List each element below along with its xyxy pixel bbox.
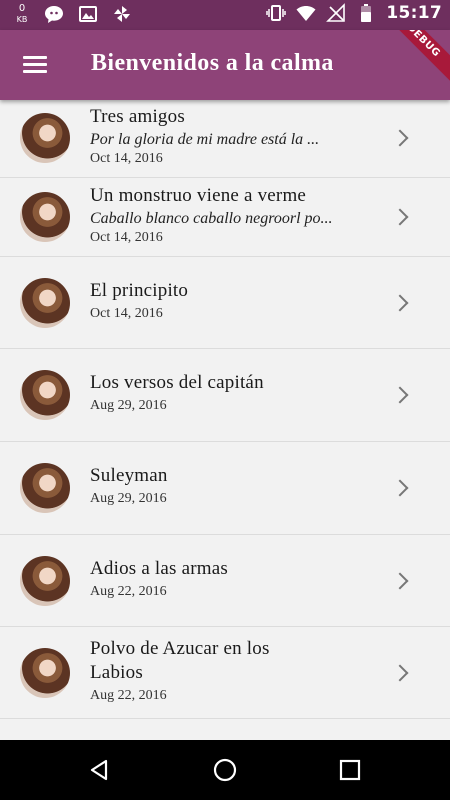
status-bar: 0 KB 15:17 (0, 0, 450, 30)
data-speed-value: 0 (18, 3, 26, 14)
list-item-text: Polvo de Azucar en los Labios Aug 22, 20… (90, 637, 320, 705)
pinwheel-icon (114, 6, 130, 22)
data-speed-unit: KB (16, 15, 28, 24)
list-item[interactable]: Suleyman Aug 29, 2016 (0, 442, 450, 535)
menu-line (23, 56, 47, 59)
clock-time: 15:17 (386, 3, 442, 23)
chevron-right-icon (391, 572, 409, 590)
list-item[interactable]: El principito Oct 14, 2016 (0, 257, 450, 349)
chevron-right-icon (391, 208, 409, 226)
list-item[interactable]: Un monstruo viene a verme Caballo blanco… (0, 178, 450, 257)
list-item-title: Suleyman (90, 465, 168, 486)
list-item[interactable]: Tres amigos Por la gloria de mi madre es… (0, 100, 450, 178)
menu-line (23, 70, 47, 73)
app-title: Bienvenidos a la calma (91, 50, 334, 76)
avatar (20, 370, 70, 420)
list-item[interactable]: Adios a las armas Aug 22, 2016 (0, 535, 450, 627)
list-item-text: Los versos del capitán Aug 29, 2016 (90, 371, 350, 415)
avatar (20, 278, 70, 328)
list-item-text: Adios a las armas Aug 22, 2016 (90, 557, 350, 601)
list-item-subtitle: Por la gloria de mi madre está la ... (90, 131, 320, 148)
avatar (20, 463, 70, 513)
data-speed-indicator: 0 KB (14, 3, 30, 25)
list-item-date: Aug 29, 2016 (90, 398, 167, 413)
list-item[interactable]: Polvo de Azucar en los Labios Aug 22, 20… (0, 627, 450, 719)
list-item-date: Aug 29, 2016 (90, 491, 167, 506)
status-right: 15:17 (266, 3, 442, 23)
list-item-text: Un monstruo viene a verme Caballo blanco… (90, 184, 350, 247)
menu-icon[interactable] (20, 52, 50, 78)
debug-banner: DEBUG (377, 30, 450, 87)
battery-icon (361, 4, 372, 22)
avatar (20, 192, 70, 242)
status-left: 0 KB (14, 3, 132, 25)
system-nav-bar (0, 740, 450, 800)
vibrate-icon (266, 5, 287, 21)
list-item-title: Un monstruo viene a verme (90, 185, 307, 206)
list-item[interactable]: Los versos del capitán Aug 29, 2016 (0, 349, 450, 442)
chevron-right-icon (391, 479, 409, 497)
chevron-right-icon (391, 664, 409, 682)
back-triangle-icon[interactable] (88, 758, 112, 782)
recent-apps-square-icon[interactable] (338, 758, 362, 782)
list-item-text: El principito Oct 14, 2016 (90, 279, 350, 323)
image-icon (79, 6, 97, 22)
list-item-text: Suleyman Aug 29, 2016 (90, 464, 350, 508)
list-item-text: Tres amigos Por la gloria de mi madre es… (90, 105, 350, 168)
avatar (20, 113, 70, 163)
story-list: Tres amigos Por la gloria de mi madre es… (0, 100, 450, 719)
list-item-title: Tres amigos (90, 106, 185, 127)
chevron-right-icon (391, 129, 409, 147)
list-item-date: Oct 14, 2016 (90, 306, 163, 321)
chat-bubble-icon (45, 6, 63, 23)
no-signal-icon (326, 3, 346, 22)
chevron-right-icon (391, 386, 409, 404)
list-item-date: Aug 22, 2016 (90, 584, 167, 599)
list-item-subtitle: Caballo blanco caballo negroorl po... (90, 210, 333, 227)
chevron-right-icon (391, 294, 409, 312)
list-item-title: Polvo de Azucar en los Labios (90, 638, 270, 683)
home-circle-icon[interactable] (213, 758, 237, 782)
list-item-title: El principito (90, 280, 189, 301)
app-bar: Bienvenidos a la calma DEBUG (0, 30, 450, 100)
avatar (20, 648, 70, 698)
list-item-date: Oct 14, 2016 (90, 151, 163, 166)
avatar (20, 556, 70, 606)
wifi-icon (296, 5, 316, 21)
menu-line (23, 63, 47, 66)
list-item-title: Adios a las armas (90, 558, 228, 579)
list-item-title: Los versos del capitán (90, 372, 264, 393)
list-item-date: Oct 14, 2016 (90, 230, 163, 245)
list-item-date: Aug 22, 2016 (90, 688, 167, 703)
